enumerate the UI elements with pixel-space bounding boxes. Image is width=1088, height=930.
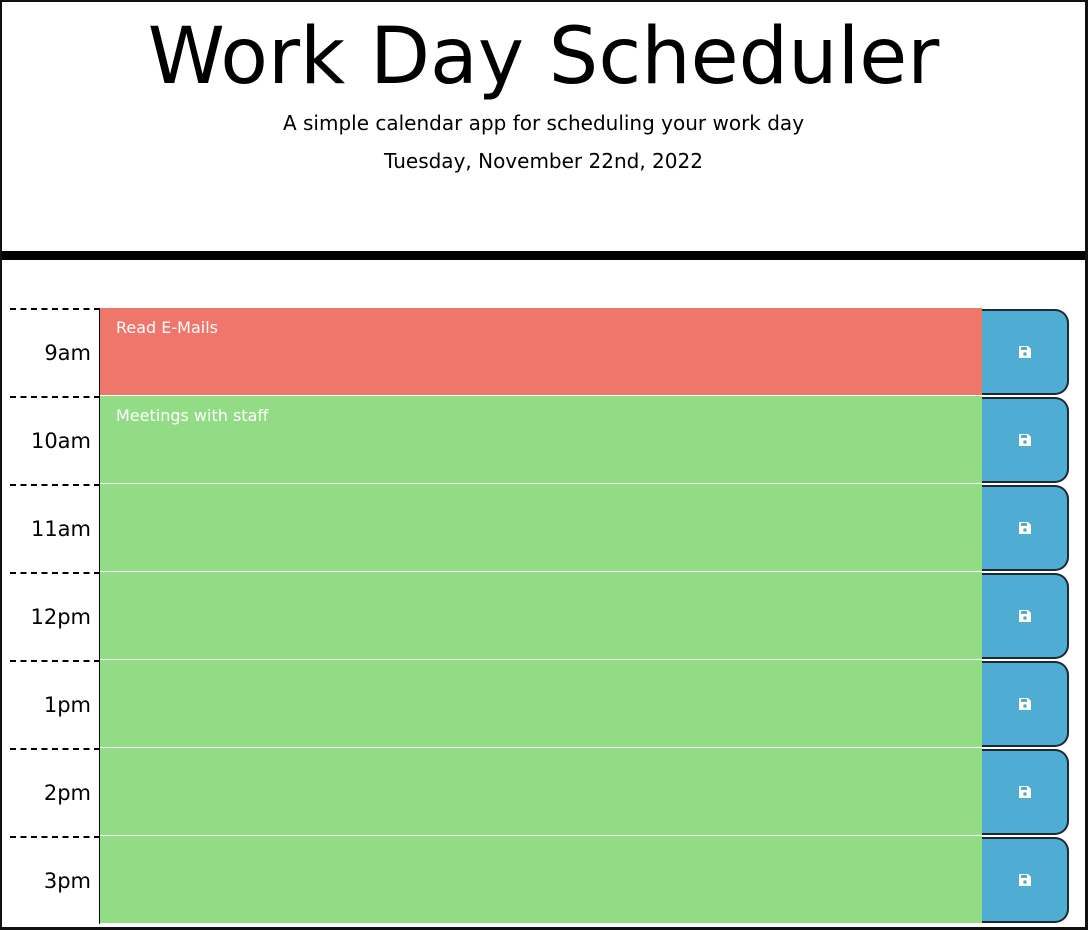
page-title: Work Day Scheduler (147, 12, 940, 102)
time-block-12pm: 12pm (10, 572, 1070, 660)
hour-label: 12pm (10, 572, 100, 660)
time-block-1pm: 1pm (10, 660, 1070, 748)
save-button[interactable] (982, 749, 1069, 835)
event-description-input[interactable] (100, 748, 982, 836)
hour-label: 3pm (10, 836, 100, 924)
save-icon (1018, 609, 1032, 623)
current-date: Tuesday, November 22nd, 2022 (384, 149, 703, 173)
hour-label: 10am (10, 396, 100, 484)
save-button[interactable] (982, 397, 1069, 483)
header: Work Day Scheduler A simple calendar app… (2, 2, 1085, 260)
event-description-input[interactable] (100, 660, 982, 748)
page-subtitle: A simple calendar app for scheduling you… (282, 111, 805, 135)
hour-label: 2pm (10, 748, 100, 836)
save-icon (1018, 697, 1032, 711)
hour-label: 9am (10, 308, 100, 396)
event-description-input[interactable]: Read E-Mails (100, 308, 982, 396)
event-description-input[interactable] (100, 836, 982, 924)
event-description-input[interactable] (100, 484, 982, 572)
event-description-input[interactable]: Meetings with staff (100, 396, 982, 484)
event-description-input[interactable] (100, 572, 982, 660)
save-button[interactable] (982, 573, 1069, 659)
save-icon (1018, 873, 1032, 887)
save-button[interactable] (982, 485, 1069, 571)
save-button[interactable] (982, 837, 1069, 923)
save-icon (1018, 521, 1032, 535)
save-icon (1018, 433, 1032, 447)
time-block-11am: 11am (10, 484, 1070, 572)
time-block-3pm: 3pm (10, 836, 1070, 924)
save-icon (1018, 345, 1032, 359)
hour-label: 1pm (10, 660, 100, 748)
hour-label: 11am (10, 484, 100, 572)
time-block-9am: 9am Read E-Mails (10, 308, 1070, 396)
time-block-10am: 10am Meetings with staff (10, 396, 1070, 484)
save-button[interactable] (982, 661, 1069, 747)
save-button[interactable] (982, 309, 1069, 395)
schedule-container: 9am Read E-Mails 10am Meetings with staf… (10, 308, 1070, 924)
save-icon (1018, 785, 1032, 799)
app-window: Work Day Scheduler A simple calendar app… (0, 0, 1088, 930)
time-block-2pm: 2pm (10, 748, 1070, 836)
